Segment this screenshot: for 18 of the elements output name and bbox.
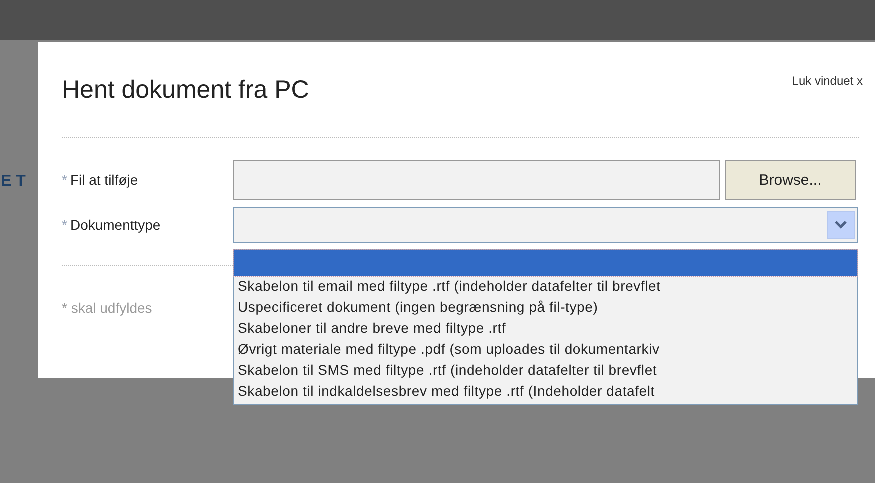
dialog-title: Hent dokument fra PC bbox=[62, 76, 310, 105]
field-label: Dokumenttype bbox=[70, 217, 161, 233]
required-mark: * bbox=[62, 217, 68, 233]
required-mark: * bbox=[62, 172, 68, 188]
dropdown-option[interactable]: Skabelon til SMS med filtype .rtf (indeholder datafelter til brevflet bbox=[234, 360, 857, 381]
close-link[interactable]: Luk vinduet x bbox=[792, 74, 863, 88]
required-note: * skal udfyldes bbox=[62, 300, 152, 316]
dropdown-option[interactable]: Uspecificeret dokument (ingen begrænsning på fil-type) bbox=[234, 297, 857, 318]
chevron-down-icon[interactable] bbox=[827, 211, 855, 239]
heading-text: E T bbox=[1, 173, 26, 191]
file-input-field[interactable] bbox=[233, 160, 720, 200]
browse-button[interactable]: Browse... bbox=[725, 160, 856, 200]
dropdown-option[interactable]: Skabeloner til andre breve med filtype .rtf bbox=[234, 318, 857, 339]
field-label: Fil at tilføje bbox=[70, 172, 138, 188]
dropdown-option[interactable]: Skabelon til indkaldelsesbrev med filtype .rtf (Indeholder datafelt bbox=[234, 381, 857, 402]
document-type-dropdown[interactable] bbox=[233, 207, 858, 243]
dropdown-option[interactable]: Øvrigt materiale med filtype .pdf (som uploades til dokumentarkiv bbox=[234, 339, 857, 360]
dropdown-option[interactable]: Skabelon til email med filtype .rtf (indeholder datafelter til brevflet bbox=[234, 276, 857, 297]
